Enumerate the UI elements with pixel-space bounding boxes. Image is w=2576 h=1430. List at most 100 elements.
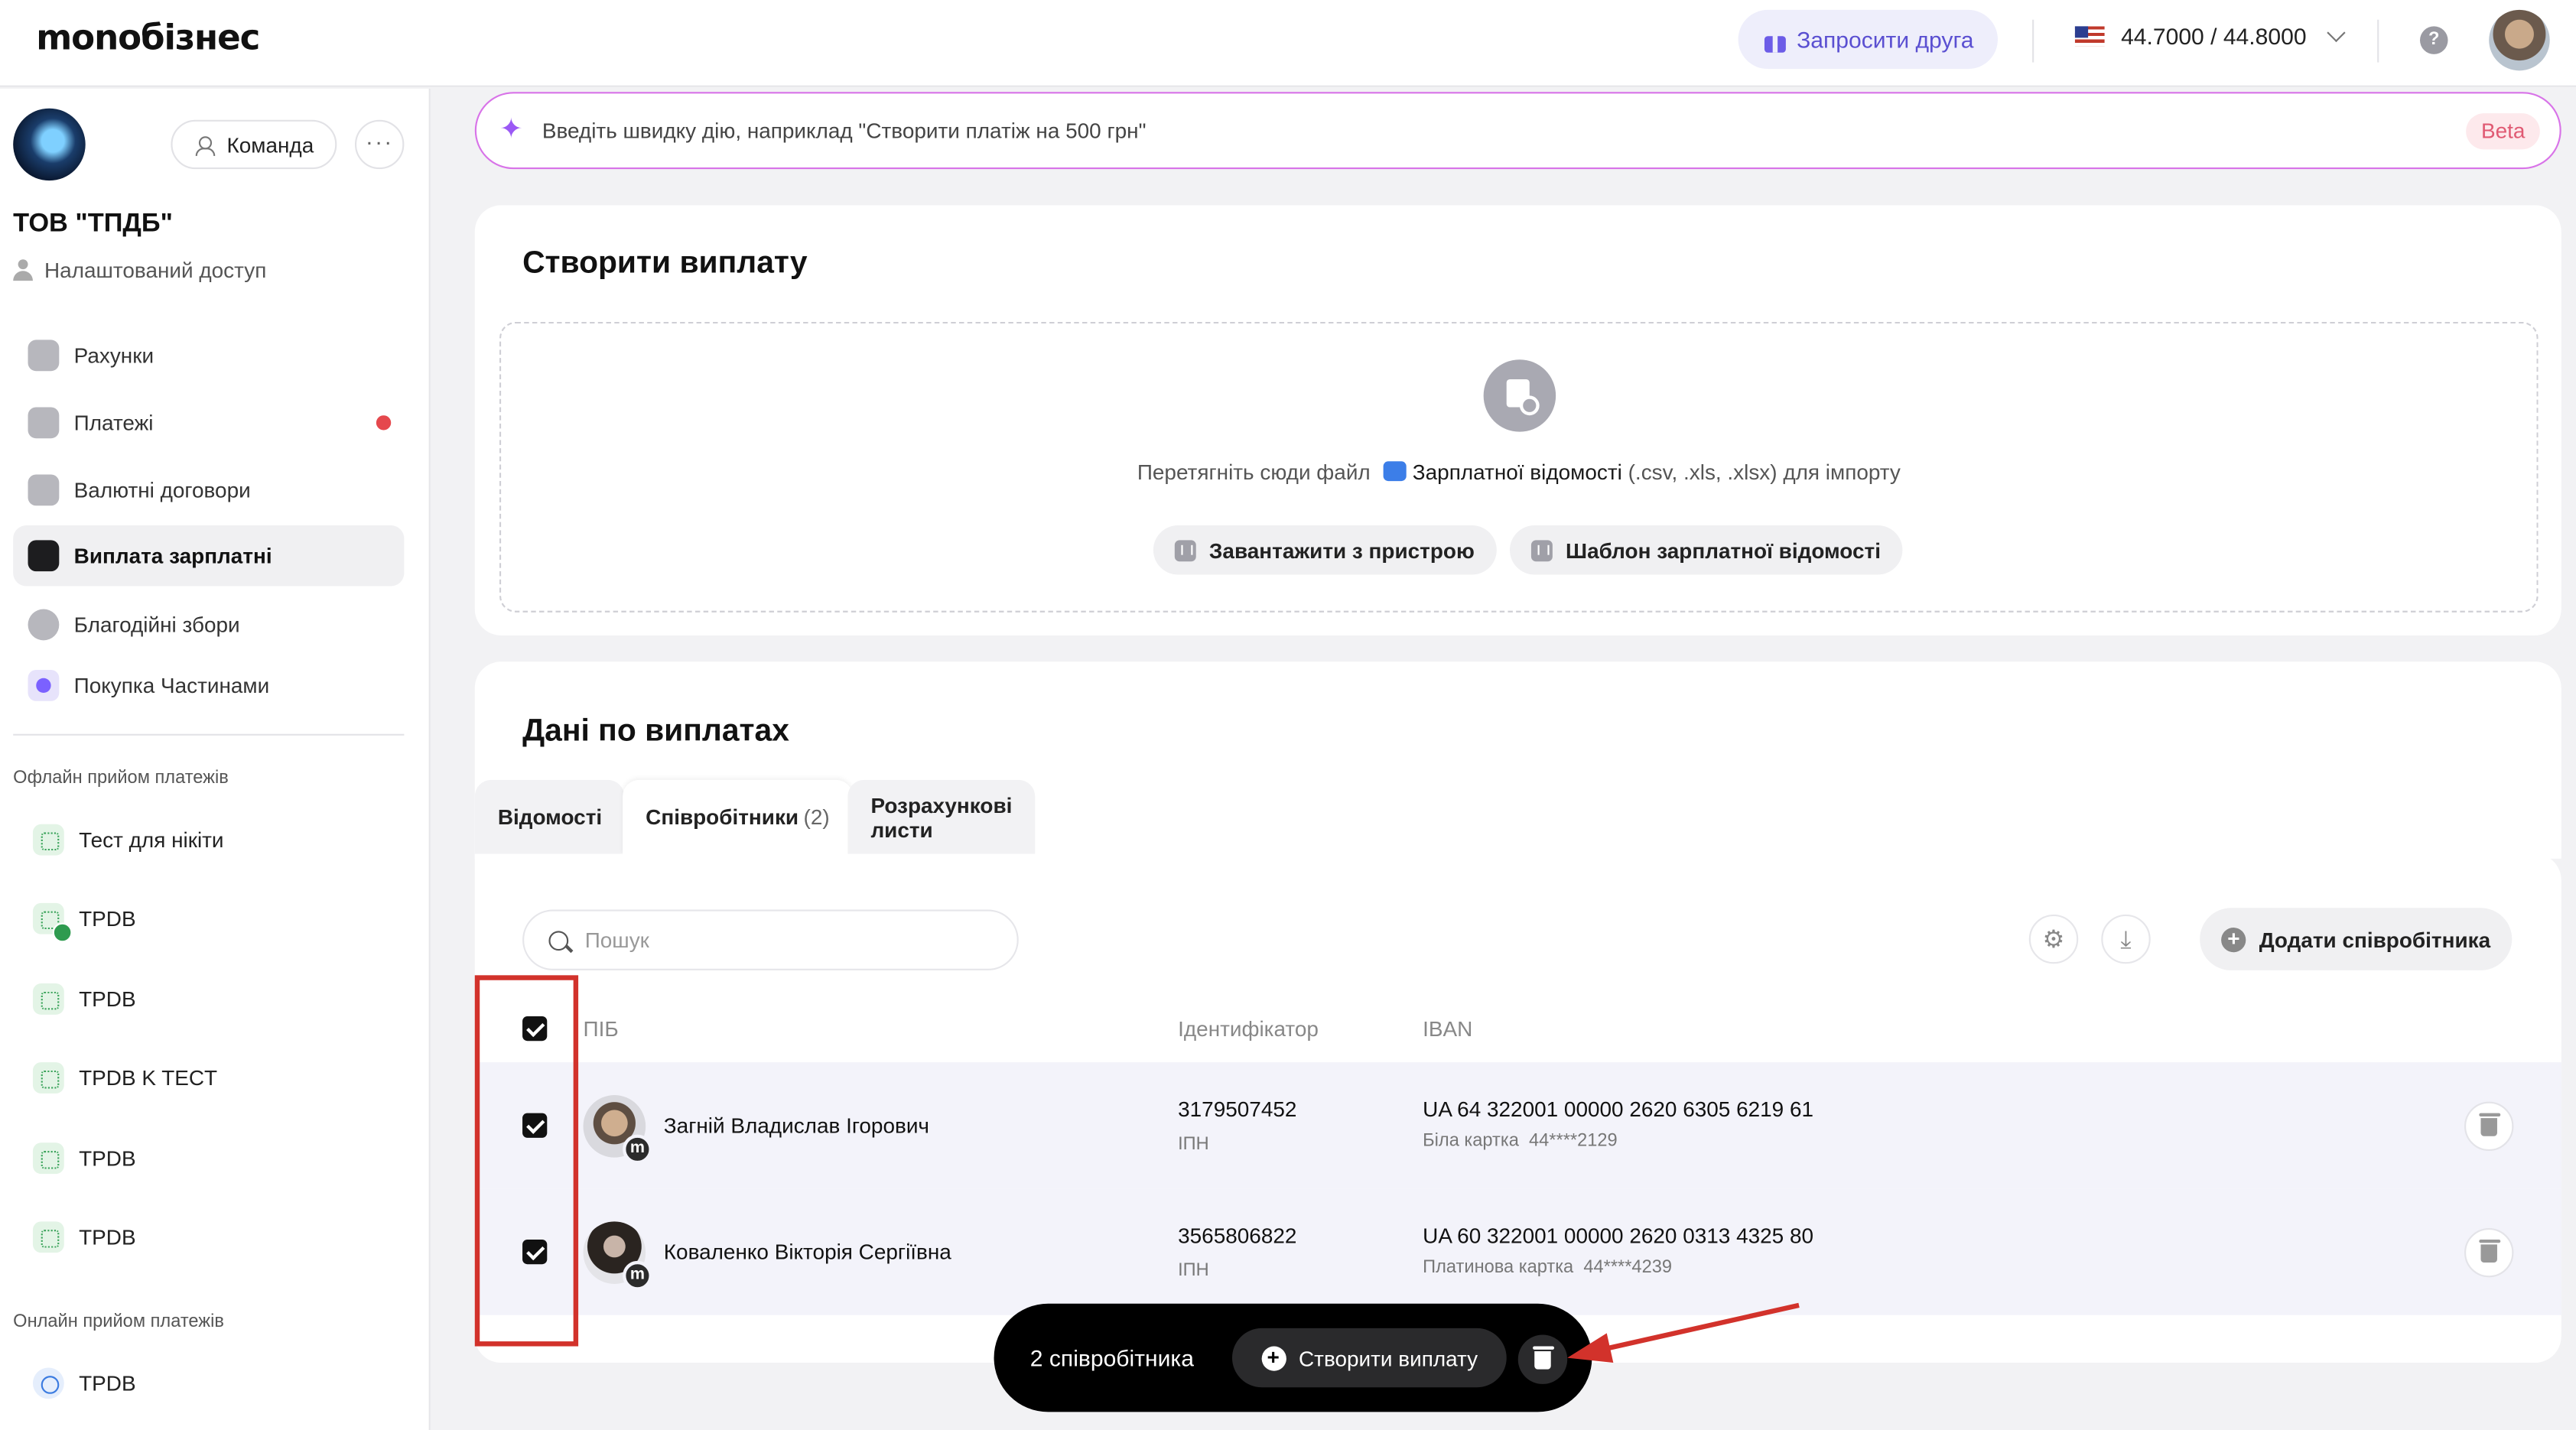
avatar: m: [583, 1095, 652, 1165]
sidebar: Команда ··· ТОВ "ТПДБ" Налаштований дост…: [0, 88, 431, 1430]
divider: [2032, 19, 2034, 63]
offline-item-label: TPDB: [79, 1146, 136, 1171]
quick-action-placeholder: Введіть швидку дію, наприклад "Створити …: [542, 118, 1147, 143]
download-icon: ⤓: [2120, 925, 2132, 954]
selection-action-bar: 2 співробітника + Створити виплату: [994, 1303, 1592, 1412]
sidebar-item-charity[interactable]: Благодійні збори: [13, 594, 404, 655]
tab-label: Розрахункові листи: [870, 791, 1013, 842]
chevron-down-icon: [2327, 23, 2346, 43]
file-dropzone[interactable]: Перетягніть сюди файл Зарплатної відомос…: [499, 321, 2539, 613]
sidebar-item-label: Рахунки: [73, 343, 154, 368]
search-placeholder: Пошук: [584, 928, 649, 953]
top-bar: monoбізнес Запросити друга 44.7000 / 44.…: [0, 0, 2576, 87]
org-avatar[interactable]: [13, 108, 86, 181]
offline-item[interactable]: TPDB: [32, 1221, 136, 1253]
delete-row-button[interactable]: [2464, 1227, 2514, 1278]
offline-item[interactable]: TPDB: [32, 983, 136, 1015]
table-row[interactable]: m Коваленко Вікторія Сергіївна 356580682…: [474, 1188, 2561, 1315]
mono-badge-icon: m: [623, 1134, 652, 1165]
sidebar-item-salary[interactable]: Виплата зарплатні: [13, 525, 405, 587]
table-row[interactable]: m Загній Владислав Ігорович 3179507452 І…: [474, 1062, 2561, 1189]
wallet-icon: [28, 340, 60, 372]
employees-table-card: Пошук ⚙ ⤓ + Додати співробітника ПІБ Іде…: [474, 853, 2561, 1363]
tab-count: (2): [803, 804, 830, 830]
more-button[interactable]: ···: [354, 119, 405, 170]
tab-statements[interactable]: Відомості: [474, 779, 626, 854]
settings-button[interactable]: ⚙: [2028, 914, 2079, 964]
employee-iban: UA 64 322001 00000 2620 6305 6219 61: [1423, 1097, 1814, 1122]
plus-icon: +: [2221, 926, 2246, 952]
gift-icon: [1762, 27, 1787, 52]
terminal-icon: [32, 902, 73, 943]
column-header-name: ПІБ: [583, 1016, 619, 1042]
template-label: Шаблон зарплатної відомості: [1566, 538, 1881, 563]
trash-icon: [2478, 1113, 2500, 1136]
sidebar-item-label: Платежі: [73, 410, 154, 435]
invite-label: Запросити друга: [1797, 26, 1974, 53]
sparkle-icon: ✦: [499, 113, 523, 145]
avatar: m: [583, 1221, 652, 1291]
team-label: Команда: [226, 132, 314, 158]
export-button[interactable]: ⤓: [2101, 914, 2151, 964]
offline-item-label: Тест для нікіти: [79, 827, 224, 853]
help-icon[interactable]: ?: [2420, 26, 2448, 54]
invite-friend-button[interactable]: Запросити друга: [1738, 9, 1998, 70]
spreadsheet-icon: [1383, 461, 1407, 482]
charity-icon: [28, 609, 60, 641]
search-input[interactable]: Пошук: [522, 909, 1019, 970]
currency-contract-icon: [28, 474, 60, 506]
card-info: Біла картка 44****2129: [1423, 1131, 1618, 1151]
search-icon: [548, 930, 569, 951]
delete-row-button[interactable]: [2464, 1101, 2514, 1152]
divider: [13, 733, 405, 736]
checkbox-highlight-annotation: [474, 975, 579, 1347]
offline-item[interactable]: TPDB K TECT: [32, 1062, 217, 1094]
sidebar-item-payments[interactable]: Платежі: [13, 392, 404, 453]
card-type: Платинова картка: [1423, 1257, 1574, 1278]
exchange-rate-dropdown[interactable]: 44.7000 / 44.8000: [2074, 23, 2346, 50]
create-payout-button[interactable]: + Створити виплату: [1232, 1328, 1507, 1388]
sidebar-item-currency-contracts[interactable]: Валютні договори: [13, 460, 404, 520]
access-setting[interactable]: Налаштований доступ: [13, 258, 266, 282]
tab-employees[interactable]: Співробітники (2): [623, 779, 853, 854]
quick-action-input[interactable]: ✦ Введіть швидку дію, наприклад "Створит…: [474, 92, 2561, 170]
us-flag-icon: [2074, 26, 2105, 47]
plus-icon: +: [1260, 1344, 1286, 1370]
team-button[interactable]: Команда: [171, 119, 337, 170]
download-template-button[interactable]: Шаблон зарплатної відомості: [1510, 525, 1902, 575]
employee-name: Коваленко Вікторія Сергіївна: [663, 1239, 951, 1265]
employee-identifier: 3565806822: [1178, 1223, 1297, 1248]
user-avatar[interactable]: [2489, 9, 2550, 71]
person-icon: [194, 135, 216, 155]
globe-icon: [32, 1367, 64, 1399]
drop-text-suffix: (.csv, .xls, .xlsx) для імпорту: [1628, 460, 1901, 485]
exchange-rate-value: 44.7000 / 44.8000: [2121, 23, 2307, 50]
logo[interactable]: monoбізнес: [36, 18, 260, 58]
identifier-type: ІПН: [1178, 1260, 1209, 1281]
offline-item[interactable]: TPDB: [32, 1142, 136, 1175]
divider: [2377, 19, 2379, 63]
employee-name: Загній Владислав Ігорович: [663, 1113, 929, 1138]
access-label: Налаштований доступ: [44, 258, 267, 283]
drop-text-prefix: Перетягніть сюди файл: [1137, 460, 1371, 485]
add-employee-label: Додати співробітника: [2259, 926, 2491, 952]
sidebar-item-label: Благодійні збори: [73, 612, 240, 638]
online-item[interactable]: TPDB: [32, 1367, 136, 1399]
qr-icon: [32, 1062, 64, 1094]
sidebar-item-accounts[interactable]: Рахунки: [13, 325, 404, 385]
sidebar-item-label: Виплата зарплатні: [73, 543, 272, 568]
qr-icon: [32, 1142, 64, 1175]
offline-item[interactable]: Тест для нікіти: [32, 824, 224, 856]
sidebar-item-installments[interactable]: Покупка Частинами: [13, 655, 404, 716]
online-section-title: Онлайн прийом платежів: [13, 1311, 224, 1332]
online-item-label: TPDB: [79, 1370, 136, 1396]
tab-label: Відомості: [497, 804, 603, 830]
offline-item[interactable]: TPDB: [32, 902, 136, 943]
tab-payslips[interactable]: Розрахункові листи: [847, 779, 1036, 854]
terminal-icon: [32, 983, 64, 1015]
paw-icon: [28, 669, 60, 701]
upload-from-device-button[interactable]: Завантажити з пристрою: [1153, 525, 1496, 575]
offline-section-title: Офлайн прийом платежів: [13, 768, 229, 788]
file-upload-icon: [1483, 359, 1556, 432]
add-employee-button[interactable]: + Додати співробітника: [2200, 908, 2513, 970]
